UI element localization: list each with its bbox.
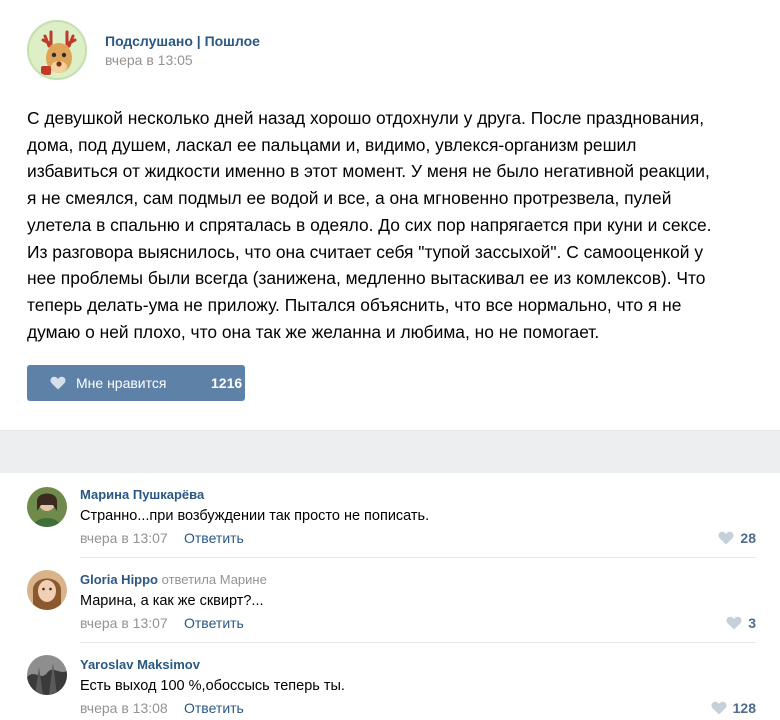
section-separator [0, 430, 780, 473]
comment-like-button[interactable]: 3 [726, 615, 756, 631]
comment-text: Есть выход 100 %,обоссысь теперь ты. [80, 678, 345, 694]
like-label: Мне нравится [76, 375, 167, 391]
reply-link[interactable]: Ответить [184, 615, 244, 631]
comment-time[interactable]: вчера в 13:08 [80, 700, 168, 716]
comment-time[interactable]: вчера в 13:07 [80, 615, 168, 631]
comment-author-link[interactable]: Gloria Hippo ответила Марине [80, 572, 267, 587]
comment-like-button[interactable]: 28 [718, 530, 756, 546]
heart-icon [726, 616, 742, 630]
post-text-line: нее проблемы были всегда (занижена, медл… [27, 268, 706, 289]
comment-author-link[interactable]: Yaroslav Maksimov [80, 657, 200, 672]
user-photo-icon [27, 570, 67, 610]
user-photo-icon [27, 655, 67, 695]
post-text-line: Из разговора выяснилось, что она считает… [27, 241, 704, 262]
post-text-line: теперь делать-ума не приложу. Пытался об… [27, 294, 682, 315]
comment-author-name[interactable]: Gloria Hippo [80, 572, 158, 587]
heart-icon [50, 376, 66, 390]
heart-icon [711, 701, 727, 715]
comment-text: Марина, а как же сквирт?... [80, 593, 264, 609]
post-text-line: улетела в спальню и спряталась в одеяло.… [27, 214, 712, 235]
comment-item: Gloria Hippo ответила Марине Марина, а к… [0, 558, 780, 643]
comment-item: Марина Пушкарёва Странно...при возбужден… [0, 473, 780, 558]
post-text-line: дома, под душем, ласкал ее пальцами и, в… [27, 134, 637, 155]
avatar[interactable] [27, 487, 67, 527]
deer-icon [29, 22, 85, 78]
comment-like-count: 128 [732, 700, 756, 716]
reply-link[interactable]: Ответить [184, 700, 244, 716]
heart-icon [718, 531, 734, 545]
reply-to-label[interactable]: ответила Марине [162, 572, 267, 587]
reply-link[interactable]: Ответить [184, 530, 244, 546]
comment-like-count: 3 [748, 615, 756, 631]
comment-time[interactable]: вчера в 13:07 [80, 530, 168, 546]
post: Подслушано | Пошлое вчера в 13:05 С деву… [0, 0, 780, 430]
comment-author-link[interactable]: Марина Пушкарёва [80, 487, 204, 502]
user-photo-icon [27, 487, 67, 527]
avatar[interactable] [27, 655, 67, 695]
comments-list: Марина Пушкарёва Странно...при возбужден… [0, 473, 780, 720]
post-time[interactable]: вчера в 13:05 [105, 52, 193, 68]
group-name-link[interactable]: Подслушано | Пошлое [105, 33, 260, 49]
comment-like-button[interactable]: 128 [711, 700, 756, 716]
post-text-line: думаю о ней плохо, что она так же желанн… [27, 321, 600, 342]
comment-text: Странно...при возбуждении так просто не … [80, 508, 430, 524]
post-text: С девушкой несколько дней назад хорошо о… [27, 105, 762, 345]
post-text-line: С девушкой несколько дней назад хорошо о… [27, 108, 705, 128]
comment-item: Yaroslav Maksimov Есть выход 100 %,обосс… [0, 643, 780, 720]
like-count: 1216 [211, 375, 243, 391]
avatar[interactable] [27, 570, 67, 610]
like-button[interactable]: Мне нравится 1216 [27, 365, 245, 401]
group-avatar[interactable] [27, 20, 87, 80]
comment-like-count: 28 [740, 530, 756, 546]
post-text-line: я не смеялся, сам подмыл ее водой и все,… [27, 188, 672, 209]
post-text-line: избавиться от жидкости именно в этот мом… [27, 161, 710, 182]
